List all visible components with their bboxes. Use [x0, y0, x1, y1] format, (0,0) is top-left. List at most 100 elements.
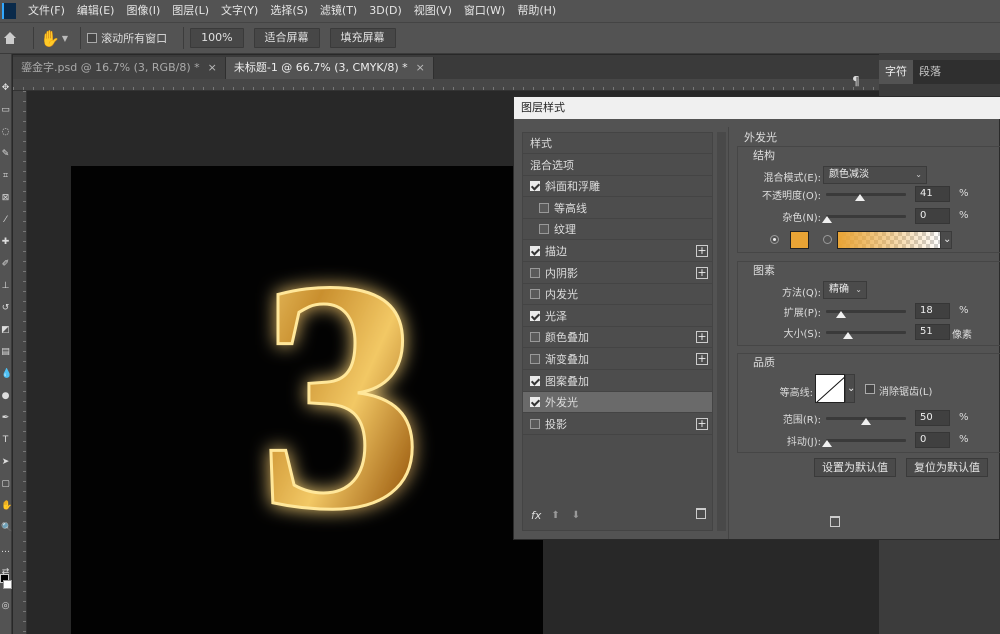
- path-select-tool-icon[interactable]: ➤: [1, 458, 10, 467]
- menu-window[interactable]: 窗口(W): [458, 0, 511, 22]
- style-item[interactable]: 斜面和浮雕: [523, 176, 712, 198]
- fill-screen-button[interactable]: 填充屏幕: [329, 28, 396, 48]
- zoom-100-button[interactable]: 100%: [190, 28, 244, 48]
- style-checkbox[interactable]: [530, 181, 540, 192]
- style-item[interactable]: 图案叠加: [523, 371, 712, 392]
- tab-character[interactable]: 字符: [879, 60, 913, 84]
- lasso-tool-icon[interactable]: ◌: [1, 128, 10, 137]
- jitter-slider-thumb[interactable]: [822, 440, 832, 447]
- tab-document-1[interactable]: 鎏金字.psd @ 16.7% (3, RGB/8) * ×: [13, 57, 226, 79]
- reset-default-button[interactable]: 复位为默认值: [906, 458, 988, 477]
- style-checkbox[interactable]: [530, 375, 540, 386]
- frame-tool-icon[interactable]: ⊠: [1, 194, 10, 203]
- menu-filter[interactable]: 滤镜(T): [314, 0, 363, 22]
- chevron-down-icon[interactable]: ▼: [62, 34, 68, 43]
- menu-type[interactable]: 文字(Y): [215, 0, 264, 22]
- pen-tool-icon[interactable]: ✒: [1, 414, 10, 423]
- menu-view[interactable]: 视图(V): [408, 0, 458, 22]
- style-item[interactable]: 内阴影 +: [523, 263, 712, 284]
- style-item[interactable]: 混合选项: [523, 155, 712, 176]
- add-style-icon[interactable]: +: [696, 245, 708, 257]
- background-color-swatch[interactable]: [3, 580, 12, 589]
- menu-layer[interactable]: 图层(L): [166, 0, 215, 22]
- gradient-tool-icon[interactable]: ▤: [1, 348, 10, 357]
- style-item[interactable]: 等高线: [523, 198, 712, 219]
- glow-color-swatch[interactable]: [790, 231, 809, 249]
- size-input[interactable]: 51: [915, 324, 950, 340]
- add-style-icon[interactable]: +: [696, 266, 708, 279]
- menu-3d[interactable]: 3D(D): [363, 0, 408, 22]
- style-item[interactable]: 光泽: [523, 306, 712, 327]
- style-checkbox[interactable]: [530, 267, 540, 278]
- solid-color-radio[interactable]: [770, 235, 779, 244]
- tab-paragraph[interactable]: 段落: [913, 60, 947, 84]
- style-checkbox[interactable]: [539, 202, 549, 213]
- blur-tool-icon[interactable]: 💧: [1, 370, 12, 379]
- style-item[interactable]: 样式: [523, 133, 712, 154]
- fx-icon[interactable]: fx: [531, 509, 541, 522]
- home-icon[interactable]: [3, 32, 17, 44]
- menu-image[interactable]: 图像(I): [120, 0, 166, 22]
- shape-tool-icon[interactable]: ▢: [1, 480, 10, 489]
- noise-slider-thumb[interactable]: [822, 216, 832, 223]
- style-item[interactable]: 纹理: [523, 219, 712, 241]
- dodge-tool-icon[interactable]: ●: [1, 392, 10, 401]
- paragraph-panel-icon[interactable]: ¶: [847, 72, 865, 90]
- jitter-input[interactable]: 0: [915, 432, 950, 448]
- antialias-checkbox[interactable]: [865, 384, 875, 394]
- quick-mask-icon[interactable]: ◎: [1, 602, 10, 611]
- chevron-down-icon[interactable]: ⌄: [940, 231, 952, 249]
- style-item[interactable]: 渐变叠加 +: [523, 349, 712, 370]
- zoom-tool-icon[interactable]: 🔍: [1, 524, 12, 533]
- style-item[interactable]: 内发光: [523, 284, 712, 306]
- move-up-icon[interactable]: ⬆: [551, 510, 559, 521]
- spread-input[interactable]: 18: [915, 303, 950, 319]
- size-slider-thumb[interactable]: [843, 332, 853, 339]
- noise-slider-track[interactable]: [826, 215, 906, 218]
- style-item[interactable]: 外发光: [523, 392, 712, 414]
- move-down-icon[interactable]: ⬇: [572, 510, 580, 521]
- range-input[interactable]: 50: [915, 410, 950, 426]
- menu-help[interactable]: 帮助(H): [511, 0, 562, 22]
- noise-input[interactable]: 0: [915, 208, 950, 224]
- style-checkbox[interactable]: [530, 418, 540, 429]
- fit-screen-button[interactable]: 适合屏幕: [253, 28, 320, 48]
- style-checkbox[interactable]: [530, 332, 540, 343]
- style-checkbox[interactable]: [539, 224, 549, 235]
- make-default-button[interactable]: 设置为默认值: [814, 458, 896, 477]
- glow-gradient-picker[interactable]: [837, 231, 941, 249]
- opacity-input[interactable]: 41: [915, 186, 950, 202]
- add-style-icon[interactable]: +: [696, 417, 708, 430]
- delete-icon[interactable]: [696, 508, 706, 519]
- contour-preview[interactable]: [815, 374, 845, 403]
- close-icon[interactable]: ×: [416, 61, 425, 74]
- crop-tool-icon[interactable]: ⌗: [1, 172, 10, 181]
- spread-slider-thumb[interactable]: [836, 311, 846, 318]
- blend-mode-dropdown[interactable]: 颜色减淡 ⌄: [823, 166, 927, 184]
- delete-icon[interactable]: [830, 516, 840, 527]
- type-tool-icon[interactable]: T: [1, 436, 10, 445]
- method-dropdown[interactable]: 精确 ⌄: [823, 281, 867, 299]
- style-item[interactable]: 颜色叠加 +: [523, 327, 712, 349]
- eraser-tool-icon[interactable]: ◩: [1, 326, 10, 335]
- eyedropper-tool-icon[interactable]: ⁄: [1, 216, 10, 225]
- history-brush-tool-icon[interactable]: ↺: [1, 304, 10, 313]
- close-icon[interactable]: ×: [208, 61, 217, 74]
- stamp-tool-icon[interactable]: ⊥: [1, 282, 10, 291]
- add-style-icon[interactable]: +: [696, 353, 708, 365]
- gradient-radio[interactable]: [823, 235, 832, 244]
- document-canvas[interactable]: 3: [71, 166, 543, 634]
- quick-select-tool-icon[interactable]: ✎: [1, 150, 10, 159]
- style-checkbox[interactable]: [530, 354, 540, 364]
- chevron-down-icon[interactable]: ⌄: [845, 374, 855, 403]
- menu-file[interactable]: 文件(F): [22, 0, 71, 22]
- opacity-slider-track[interactable]: [826, 193, 906, 196]
- size-slider-track[interactable]: [826, 331, 906, 334]
- style-checkbox[interactable]: [530, 246, 540, 256]
- scroll-all-checkbox[interactable]: [87, 33, 98, 43]
- add-style-icon[interactable]: +: [696, 331, 708, 344]
- tab-document-2[interactable]: 未标题-1 @ 66.7% (3, CMYK/8) * ×: [225, 57, 434, 79]
- hand-tool-icon[interactable]: ✋: [1, 502, 12, 511]
- range-slider-thumb[interactable]: [861, 418, 871, 425]
- menu-select[interactable]: 选择(S): [264, 0, 314, 22]
